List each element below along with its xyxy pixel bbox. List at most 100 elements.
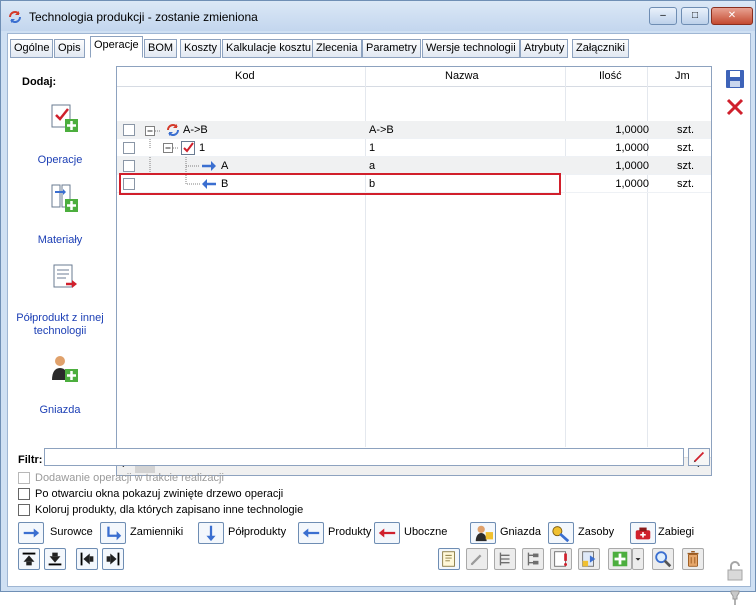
move-left-icon[interactable] (76, 548, 98, 570)
move-bottom-icon[interactable] (44, 548, 66, 570)
tree-collapse-icon[interactable] (522, 548, 544, 570)
close-button[interactable]: ✕ (711, 7, 753, 25)
legend-label: Zabiegi (658, 526, 695, 538)
pin-icon[interactable] (724, 586, 746, 608)
unlock-icon[interactable] (724, 560, 746, 582)
tab-atrybuty[interactable]: Atrybuty (520, 39, 569, 58)
tab-zalaczniki[interactable]: Załączniki (572, 39, 629, 58)
grid-header: Kod Nazwa Ilość Jm (117, 67, 711, 87)
cell-jm: szt. (677, 124, 695, 136)
operation-check-icon (181, 141, 195, 155)
cell-nazwa: A->B (369, 124, 394, 136)
row-checkbox[interactable] (123, 160, 135, 172)
add-icon[interactable] (608, 548, 632, 570)
arrow-right-icon (202, 161, 216, 171)
tab-parametry[interactable]: Parametry (362, 39, 421, 58)
export-icon[interactable] (578, 548, 600, 570)
column-header-ilosc[interactable]: Ilość (599, 70, 622, 82)
delete-x-icon[interactable] (724, 96, 746, 118)
cell-nazwa: a (369, 160, 376, 172)
filter-input[interactable] (44, 448, 684, 466)
legend-label: Zasoby (578, 526, 615, 538)
filter-label: Filtr: (18, 454, 43, 466)
tree-expand-icon[interactable] (494, 548, 516, 570)
cell-kod: 1 (199, 142, 206, 154)
add-heading: Dodaj: (22, 76, 57, 88)
minimize-button[interactable]: – (649, 7, 677, 25)
legend-label: Uboczne (404, 526, 448, 538)
option-checkbox-in-progress[interactable] (18, 472, 30, 484)
tab-zlecenia[interactable]: Zlecenia (312, 39, 362, 58)
cycle-icon (167, 124, 179, 136)
save-icon[interactable] (724, 68, 746, 90)
search-icon[interactable] (652, 548, 674, 570)
cell-kod: A (221, 160, 229, 172)
legend-label: Surowce (50, 526, 93, 538)
cell-jm: szt. (677, 178, 695, 190)
cell-jm: szt. (677, 142, 695, 154)
cell-ilosc: 1,0000 (615, 160, 649, 172)
operations-tree-grid[interactable]: Kod Nazwa Ilość Jm A->B A->B 1,0000 szt.… (116, 66, 712, 476)
tab-opis[interactable]: Opis (54, 39, 85, 58)
workcenter-add-icon[interactable] (48, 352, 80, 384)
legend-label: Półprodukty (228, 526, 287, 538)
tab-bom[interactable]: BOM (144, 39, 178, 58)
tab-ogolne[interactable]: Ogólne (10, 39, 54, 58)
option-label: Dodawanie operacji w trakcie realizacji (35, 472, 224, 484)
table-row[interactable]: 1 1 1,0000 szt. (117, 139, 711, 157)
maximize-button[interactable]: □ (681, 7, 709, 25)
resources-icon[interactable] (548, 522, 574, 544)
cell-nazwa: 1 (369, 142, 376, 154)
add-panel: Dodaj: Operacje Materiały Półprodukt z i… (10, 60, 110, 444)
row-checkbox[interactable] (123, 124, 135, 136)
application-window: Technologia produkcji - zostanie zmienio… (0, 0, 756, 605)
workcenters-icon[interactable] (470, 522, 496, 544)
legend-label: Produkty (328, 526, 372, 538)
filter-clear-icon[interactable] (688, 448, 710, 466)
warning-document-icon[interactable] (550, 548, 572, 570)
option-checkbox-collapsed-tree[interactable] (18, 488, 30, 500)
client-area: Ogólne Opis Operacje BOM Koszty Kalkulac… (7, 33, 751, 605)
window-title: Technologia produkcji - zostanie zmienio… (29, 10, 258, 24)
selection-highlight (119, 173, 561, 195)
add-semi-product-link[interactable]: Półprodukt z innej technologii (10, 312, 110, 338)
semi-products-icon[interactable] (198, 522, 224, 544)
column-header-jm[interactable]: Jm (675, 70, 690, 82)
semi-product-import-icon[interactable] (48, 262, 80, 294)
cell-kod: A->B (183, 124, 208, 136)
right-toolbar (720, 66, 748, 605)
document-icon[interactable] (438, 548, 460, 570)
materials-add-icon[interactable] (48, 182, 80, 214)
move-top-icon[interactable] (18, 548, 40, 570)
tab-operacje[interactable]: Operacje (90, 36, 143, 58)
treatments-icon[interactable] (630, 522, 656, 544)
row-checkbox[interactable] (123, 142, 135, 154)
cell-ilosc: 1,0000 (615, 142, 649, 154)
tab-kalkulacje-kosztu[interactable]: Kalkulacje kosztu (222, 39, 315, 58)
add-operations-link[interactable]: Operacje (10, 154, 110, 167)
tab-wersje-technologii[interactable]: Wersje technologii (422, 39, 520, 58)
legend-label: Gniazda (500, 526, 541, 538)
trash-icon[interactable] (682, 548, 704, 570)
add-workcenters-link[interactable]: Gniazda (10, 404, 110, 417)
title-bar[interactable]: Technologia produkcji - zostanie zmienio… (1, 1, 755, 31)
products-icon[interactable] (298, 522, 324, 544)
raw-materials-icon[interactable] (18, 522, 44, 544)
option-checkbox-color-products[interactable] (18, 504, 30, 516)
table-row[interactable]: A->B A->B 1,0000 szt. (117, 121, 711, 139)
substitutes-icon[interactable] (100, 522, 126, 544)
chevron-down-icon[interactable] (632, 548, 644, 570)
by-products-icon[interactable] (374, 522, 400, 544)
move-right-icon[interactable] (102, 548, 124, 570)
option-label: Po otwarciu okna pokazuj zwinięte drzewo… (35, 488, 284, 500)
add-materials-link[interactable]: Materiały (10, 234, 110, 247)
cell-jm: szt. (677, 160, 695, 172)
column-header-nazwa[interactable]: Nazwa (445, 70, 479, 82)
tab-koszty[interactable]: Koszty (180, 39, 222, 58)
cycle-icon (9, 11, 21, 23)
operation-add-icon[interactable] (48, 102, 80, 134)
option-label: Koloruj produkty, dla których zapisano i… (35, 504, 304, 516)
cell-ilosc: 1,0000 (615, 178, 649, 190)
edit-disabled-icon[interactable] (466, 548, 488, 570)
column-header-kod[interactable]: Kod (235, 70, 255, 82)
